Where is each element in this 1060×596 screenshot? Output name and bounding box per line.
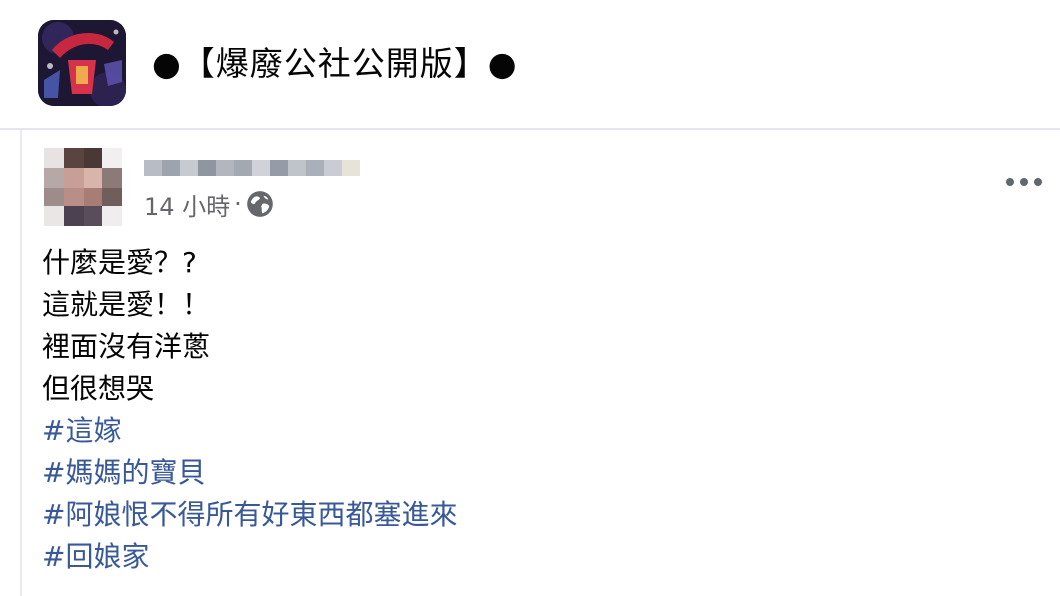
post: 14 小時 · 什麼是愛？? 這就是愛！！ 裡面沒有洋蔥 但很想哭 #這嫁 #媽…: [20, 130, 1060, 596]
group-name[interactable]: ●【爆廢公社公開版】●: [152, 40, 518, 88]
author-name-blurred[interactable]: [144, 158, 360, 178]
post-line: 裡面沒有洋蔥: [42, 330, 211, 363]
hashtag-link[interactable]: #回娘家: [42, 536, 942, 578]
more-options-icon[interactable]: [1002, 170, 1046, 194]
globe-icon[interactable]: [246, 190, 274, 218]
group-logo-icon[interactable]: [38, 20, 126, 106]
group-header: ●【爆廢公社公開版】●: [0, 0, 1060, 130]
post-meta: 14 小時 ·: [144, 186, 274, 222]
author-avatar[interactable]: [44, 148, 122, 226]
post-time[interactable]: 14 小時: [144, 187, 230, 222]
meta-separator: ·: [234, 190, 242, 218]
hashtag-link[interactable]: #媽媽的寶貝: [42, 452, 942, 494]
post-line: 這就是愛！！: [42, 288, 211, 321]
post-text: 什麼是愛？? 這就是愛！！ 裡面沒有洋蔥 但很想哭 #這嫁 #媽媽的寶貝 #阿娘…: [42, 242, 942, 578]
hashtag-link[interactable]: #這嫁: [42, 410, 942, 452]
hashtag-link[interactable]: #阿娘恨不得所有好東西都塞進來: [42, 494, 942, 536]
post-line: 什麼是愛？?: [42, 246, 197, 279]
post-line: 但很想哭: [42, 372, 155, 405]
